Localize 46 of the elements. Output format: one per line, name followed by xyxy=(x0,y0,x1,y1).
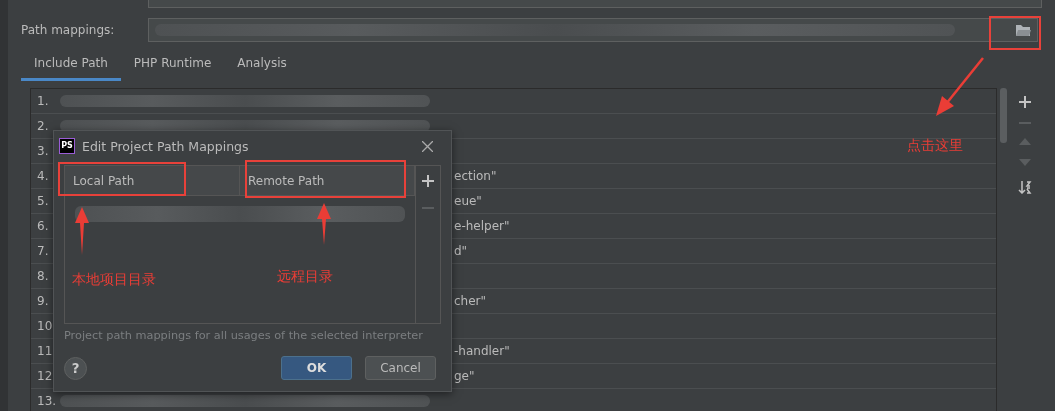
annotation-text: 本地项目目录 xyxy=(72,271,156,289)
add-icon[interactable] xyxy=(1019,96,1031,108)
row-number: 4. xyxy=(36,169,50,183)
add-icon[interactable] xyxy=(422,175,434,187)
table-cell: ge" xyxy=(454,369,475,383)
ok-button[interactable]: OK xyxy=(281,356,352,380)
field-label: Path mappings: xyxy=(21,23,116,37)
table-cell: ection" xyxy=(454,169,497,183)
scrollbar-thumb[interactable] xyxy=(1000,88,1007,143)
close-icon[interactable] xyxy=(422,140,433,152)
row-number: 11 xyxy=(36,344,54,358)
table-cell: cher" xyxy=(454,294,487,308)
row-number: 3. xyxy=(36,144,50,158)
row-number: 9. xyxy=(36,294,50,308)
table-cell: d" xyxy=(454,244,468,258)
arrow xyxy=(934,56,986,118)
row-number: 8. xyxy=(36,269,50,283)
path-mappings-field[interactable] xyxy=(148,18,1038,42)
row-number: 5. xyxy=(36,194,50,208)
cancel-button[interactable]: Cancel xyxy=(365,356,436,380)
row-number: 13. xyxy=(36,394,58,408)
dialog-title: Edit Project Path Mappings xyxy=(82,138,249,154)
help-button[interactable]: ? xyxy=(64,356,87,380)
table-cell: -handler" xyxy=(454,344,510,358)
row-number: 10 xyxy=(36,319,54,333)
tab[interactable]: Analysis xyxy=(224,52,300,78)
row-number: 2. xyxy=(36,119,50,133)
row-number: 6. xyxy=(36,219,50,233)
text-field[interactable] xyxy=(148,0,1042,8)
column-header[interactable]: Remote Path xyxy=(240,166,415,195)
row-number: 12 xyxy=(36,369,54,383)
hint-text: Project path mappings for all usages of the selected interpreter xyxy=(64,329,424,342)
up-icon[interactable] xyxy=(1019,138,1031,145)
sort-icon[interactable] xyxy=(1018,180,1032,194)
down-icon[interactable] xyxy=(1019,159,1031,166)
table-cell: e-helper" xyxy=(454,219,510,233)
row-number: 7. xyxy=(36,244,50,258)
table-cell: eue" xyxy=(454,194,482,208)
folder-icon[interactable] xyxy=(1015,23,1031,37)
tab[interactable]: PHP Runtime xyxy=(120,52,225,78)
annotation-text: 远程目录 xyxy=(277,268,333,286)
app-logo: PS xyxy=(59,138,75,154)
row-number: 1. xyxy=(36,94,50,108)
annotation-text: 点击这里 xyxy=(907,137,963,155)
highlight-overlay xyxy=(989,16,1041,50)
tab[interactable]: Include Path xyxy=(21,52,121,81)
